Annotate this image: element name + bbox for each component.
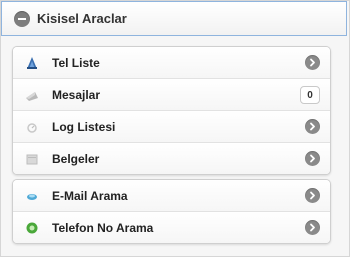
list-item-label: E-Mail Arama xyxy=(52,188,128,203)
list-item-email-arama[interactable]: E-Mail Arama xyxy=(13,180,330,211)
list-item-tel-liste[interactable]: Tel Liste xyxy=(13,47,330,78)
chevron-right-icon[interactable] xyxy=(305,188,320,203)
list-item-label: Telefon No Arama xyxy=(52,220,154,235)
list-item-label: Tel Liste xyxy=(52,55,100,70)
document-icon xyxy=(24,151,40,167)
list-item-label: Belgeler xyxy=(52,151,100,166)
phone-search-icon xyxy=(24,220,40,236)
list-item-label: Mesajlar xyxy=(52,87,101,102)
list-item-log-listesi[interactable]: Log Listesi xyxy=(13,110,330,142)
chevron-right-icon[interactable] xyxy=(305,119,320,134)
list-item-label: Log Listesi xyxy=(52,119,116,134)
chevron-right-icon[interactable] xyxy=(305,151,320,166)
minus-circle-icon[interactable] xyxy=(14,10,30,27)
email-search-icon xyxy=(24,188,40,204)
chevron-right-icon[interactable] xyxy=(305,55,320,70)
menu-group-search: E-Mail Arama Telefon No Arama xyxy=(12,179,331,244)
list-item-telefon-no-arama[interactable]: Telefon No Arama xyxy=(13,211,330,243)
collapsible-header[interactable]: Kisisel Araclar xyxy=(1,1,347,36)
list-item-belgeler[interactable]: Belgeler xyxy=(13,142,330,174)
header-title: Kisisel Araclar xyxy=(37,11,127,26)
log-icon xyxy=(24,119,40,135)
phonebook-icon xyxy=(24,55,40,71)
menu-group-tools: Tel Liste Mesajlar 0 Log Listesi Belgele… xyxy=(12,46,331,175)
count-badge: 0 xyxy=(300,86,320,104)
chevron-right-icon[interactable] xyxy=(305,220,320,235)
message-icon xyxy=(24,87,40,103)
list-item-mesajlar[interactable]: Mesajlar 0 xyxy=(13,78,330,110)
